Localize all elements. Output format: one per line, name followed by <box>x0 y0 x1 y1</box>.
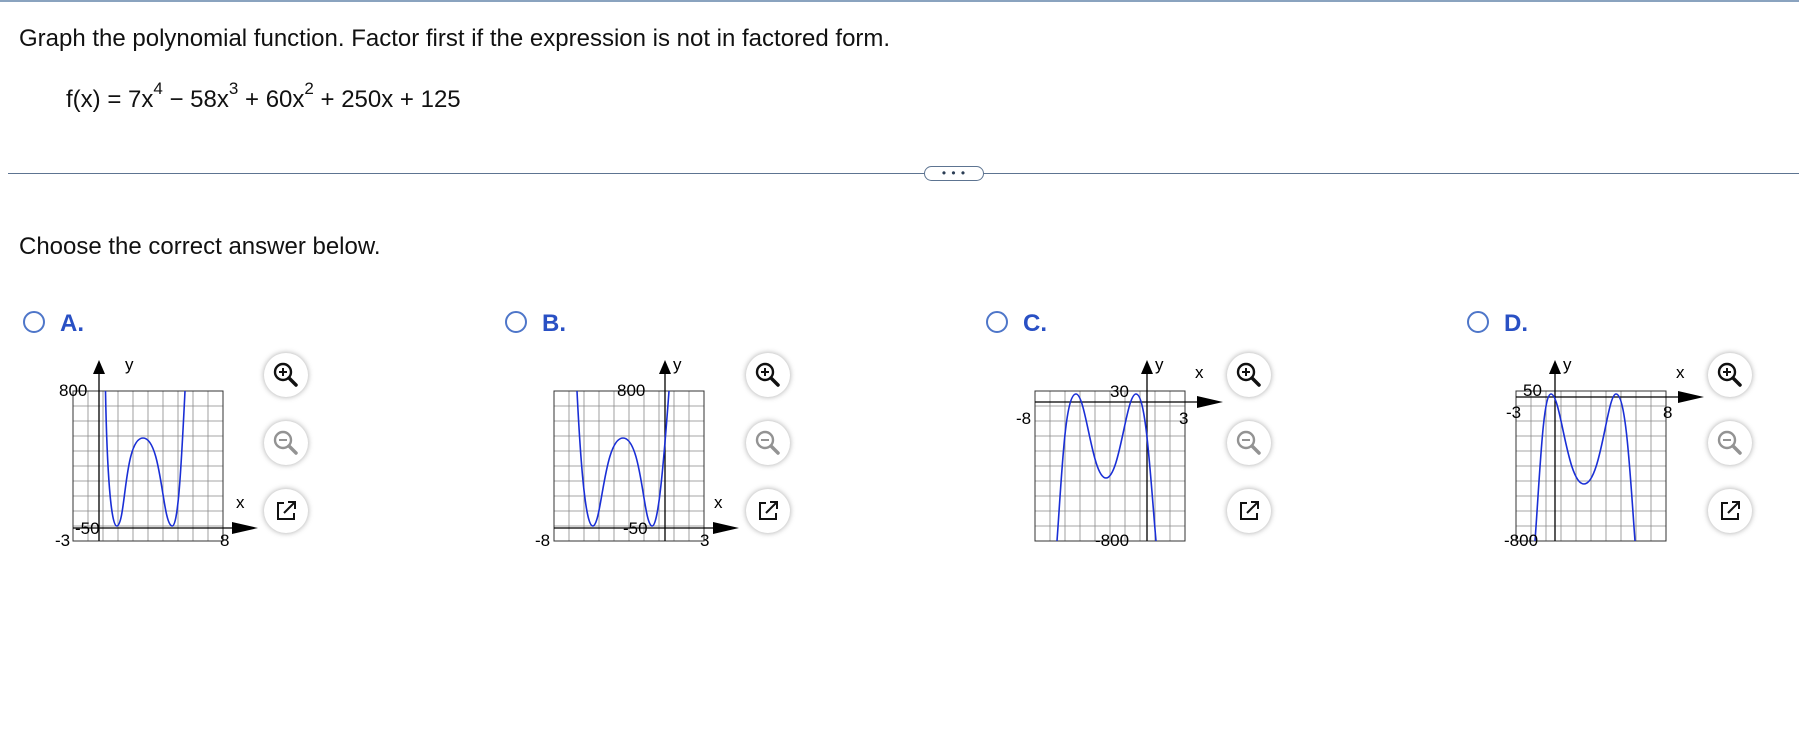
graph-option-c: 30 -8 3 -800 x y <box>1016 352 1223 552</box>
zoom-in-button-a[interactable] <box>264 353 308 397</box>
zoom-out-icon <box>273 430 298 455</box>
curve-a <box>104 390 186 527</box>
curve-b <box>576 390 670 527</box>
tick-top-b: 800 <box>617 381 645 400</box>
popout-icon <box>277 501 296 520</box>
tick-bottom-b: -50 <box>623 519 648 538</box>
section-divider <box>8 173 1799 174</box>
tick-top-c: 30 <box>1110 382 1129 401</box>
graph-svg-a: 800 -3 8 -50 x y <box>55 355 258 550</box>
popout-icon <box>1721 501 1740 520</box>
curve-d <box>1534 393 1636 542</box>
y-label-d: y <box>1563 355 1572 374</box>
radio-button-a[interactable] <box>23 311 45 333</box>
option-label-c: C. <box>1023 310 1047 337</box>
tick-right-c: 3 <box>1179 409 1188 428</box>
zoom-in-icon <box>273 362 298 387</box>
x-label-a: x <box>236 493 245 512</box>
func-term-2: − 58x <box>162 86 229 113</box>
zoom-out-button-d[interactable] <box>1708 421 1752 465</box>
zoom-in-button-c[interactable] <box>1227 353 1271 397</box>
x-axis-arrow-a <box>232 522 258 534</box>
instruction-text: Choose the correct answer below. <box>19 233 381 260</box>
option-label-a: A. <box>60 310 84 337</box>
y-label-a: y <box>125 355 134 374</box>
zoom-out-button-a[interactable] <box>264 421 308 465</box>
x-axis-arrow-b <box>713 522 739 534</box>
tick-right-d: 8 <box>1663 403 1672 422</box>
graph-svg-d: 50 -3 8 -800 x y <box>1504 355 1704 550</box>
zoom-out-button-c[interactable] <box>1227 421 1271 465</box>
popout-button-c[interactable] <box>1227 489 1271 533</box>
option-label-d: D. <box>1504 310 1528 337</box>
popout-button-a[interactable] <box>264 489 308 533</box>
zoom-in-icon <box>1236 362 1261 387</box>
x-axis-arrow-d <box>1678 391 1704 403</box>
tick-top-a: 800 <box>59 381 87 400</box>
curve-c <box>1056 393 1157 542</box>
popout-button-b[interactable] <box>746 489 790 533</box>
grid-d <box>1516 391 1667 542</box>
top-border <box>0 0 1799 2</box>
func-term-4: + 250x + 125 <box>313 86 461 113</box>
graph-svg-b: 800 -8 3 -50 x y <box>535 355 739 550</box>
x-label-d: x <box>1676 363 1685 382</box>
zoom-in-button-b[interactable] <box>746 353 790 397</box>
zoom-in-icon <box>755 362 780 387</box>
zoom-in-icon <box>1717 362 1742 387</box>
func-term-3: + 60x <box>238 86 305 113</box>
x-axis-arrow-c <box>1197 396 1223 408</box>
tick-bottom-c: -800 <box>1095 531 1129 550</box>
tick-right-a: 8 <box>220 531 229 550</box>
tick-bottom-a: -50 <box>75 519 100 538</box>
graph-option-a: 800 -3 8 -50 x y <box>55 352 260 552</box>
graph-option-d: 50 -3 8 -800 x y <box>1503 352 1704 552</box>
polynomial-function: f(x) = 7x4 − 58x3 + 60x2 + 250x + 125 <box>66 80 461 114</box>
zoom-out-icon <box>1717 430 1742 455</box>
popout-button-d[interactable] <box>1708 489 1752 533</box>
tick-left-c: -8 <box>1016 409 1031 428</box>
grid-c <box>1035 391 1186 542</box>
func-exp-3: 2 <box>304 79 314 98</box>
radio-button-d[interactable] <box>1467 311 1489 333</box>
graph-option-b: 800 -8 3 -50 x y <box>535 352 741 552</box>
popout-icon <box>1240 501 1259 520</box>
zoom-out-icon <box>1236 430 1261 455</box>
tick-left-a: -3 <box>55 531 70 550</box>
y-axis-arrow-c <box>1141 360 1153 374</box>
zoom-out-button-b[interactable] <box>746 421 790 465</box>
func-exp-2: 3 <box>228 79 239 98</box>
tick-bottom-d: -800 <box>1504 531 1538 550</box>
tick-left-d: -3 <box>1506 403 1521 422</box>
graph-svg-c: 30 -8 3 -800 x y <box>1016 355 1223 550</box>
question-prompt: Graph the polynomial function. Factor fi… <box>19 25 891 52</box>
expand-more-button[interactable]: • • • <box>924 166 984 181</box>
x-label-c: x <box>1195 363 1204 382</box>
x-label-b: x <box>714 493 723 512</box>
tick-right-b: 3 <box>700 531 709 550</box>
radio-button-c[interactable] <box>986 311 1008 333</box>
y-label-b: y <box>673 355 682 374</box>
func-term-1: f(x) = 7x <box>66 86 154 113</box>
y-label-c: y <box>1155 355 1164 374</box>
func-exp-1: 4 <box>153 79 163 98</box>
y-axis-arrow-b <box>659 360 671 374</box>
radio-button-b[interactable] <box>505 311 527 333</box>
tick-top-d: 50 <box>1523 381 1542 400</box>
zoom-in-button-d[interactable] <box>1708 353 1752 397</box>
tick-left-b: -8 <box>535 531 550 550</box>
zoom-out-icon <box>755 430 780 455</box>
option-label-b: B. <box>542 310 566 337</box>
y-axis-arrow-a <box>93 360 105 374</box>
y-axis-arrow-d <box>1549 360 1561 374</box>
popout-icon <box>759 501 778 520</box>
